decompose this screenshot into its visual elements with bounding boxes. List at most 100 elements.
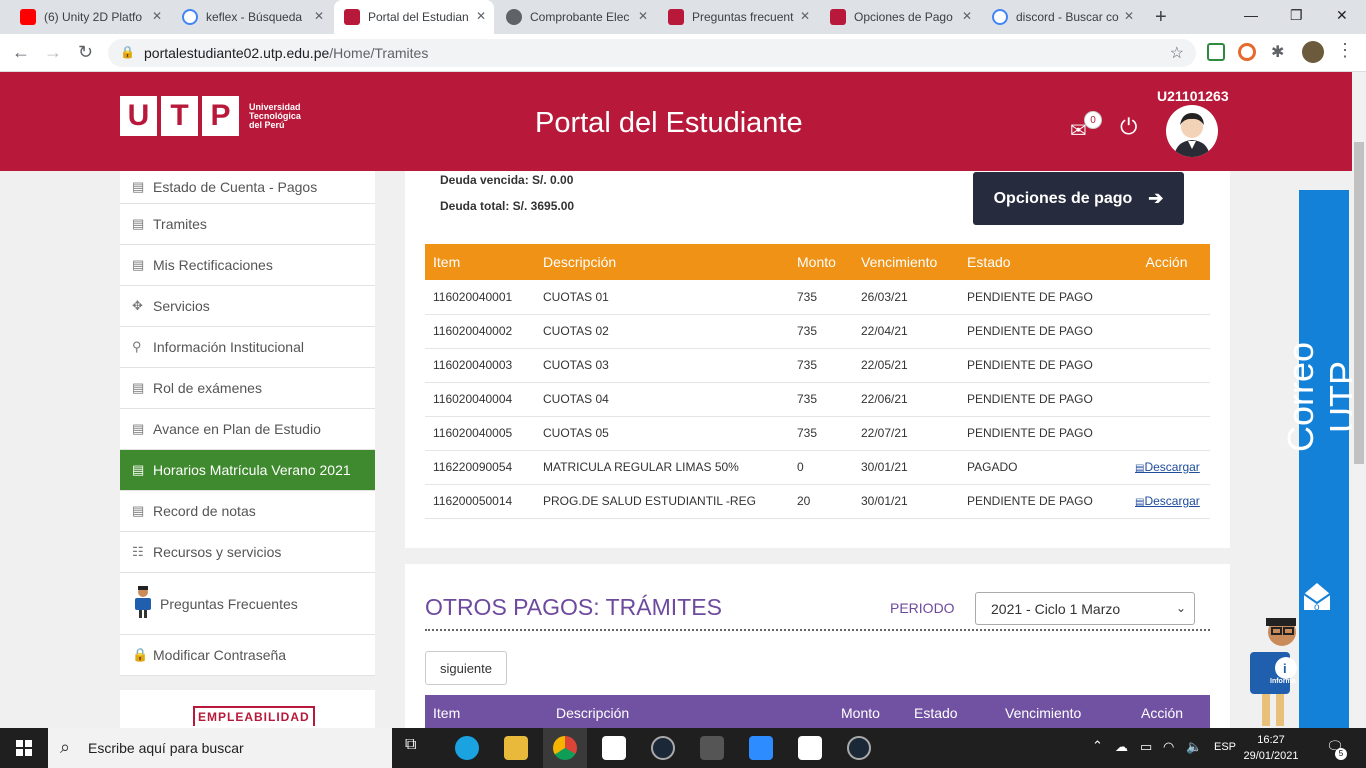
- correo-utp-tab[interactable]: Correo UTP o: [1280, 190, 1363, 728]
- list-icon: ▤: [132, 503, 145, 518]
- column-header: Monto: [789, 244, 853, 280]
- sidebar-item-avance-plan[interactable]: ▤ Avance en Plan de Estudio: [120, 409, 375, 450]
- chevron-down-icon: ⌄: [1175, 601, 1186, 615]
- payment-options-button[interactable]: Opciones de pago ➔: [973, 172, 1184, 225]
- clock-date: 29/01/2021: [1243, 750, 1299, 762]
- sidebar-item-servicios[interactable]: ✥ Servicios: [120, 286, 375, 327]
- wifi-icon[interactable]: ◠: [1163, 739, 1174, 755]
- tramites-card: OTROS PAGOS: TRÁMITES PERIODO 2021 - Cic…: [405, 564, 1230, 731]
- close-tab-icon[interactable]: ✕: [962, 9, 972, 23]
- back-icon[interactable]: ←: [12, 42, 30, 63]
- close-tab-icon[interactable]: ✕: [314, 9, 324, 23]
- restore-icon[interactable]: ❐: [1290, 7, 1303, 24]
- cell-estado: PENDIENTE DE PAGO: [959, 416, 1115, 451]
- map-pin-icon: ⚲: [132, 339, 142, 354]
- sidebar-item-estado-cuenta[interactable]: ▤ Estado de Cuenta - Pagos: [120, 171, 375, 204]
- close-tab-icon[interactable]: ✕: [638, 9, 648, 23]
- sidebar-item-rol-examenes[interactable]: ▤ Rol de exámenes: [120, 368, 375, 409]
- browser-tab[interactable]: Opciones de Pago ✕: [820, 0, 980, 34]
- browser-tab[interactable]: Comprobante Elec ✕: [496, 0, 656, 34]
- file-explorer-icon[interactable]: [504, 736, 528, 760]
- column-header: Estado: [959, 244, 1115, 280]
- sidebar-item-label: Record de notas: [153, 503, 256, 519]
- new-tab-icon[interactable]: +: [1155, 6, 1167, 29]
- download-label: Descargar: [1144, 460, 1200, 474]
- youtube-icon: [20, 9, 36, 25]
- download-link[interactable]: ▤Descargar: [1135, 460, 1200, 474]
- taskbar-search[interactable]: ⌕ Escribe aquí para buscar: [48, 728, 392, 768]
- sidebar-item-rectificaciones[interactable]: ▤ Mis Rectificaciones: [120, 245, 375, 286]
- forward-icon[interactable]: →: [44, 42, 62, 63]
- browser-tab[interactable]: Portal del Estudian ✕: [334, 0, 494, 34]
- close-window-icon[interactable]: ✕: [1336, 7, 1348, 24]
- sidebar-item-preguntas[interactable]: Preguntas Frecuentes: [120, 573, 375, 635]
- empleabilidad-label: EMPLEABILIDAD: [193, 706, 315, 726]
- user-avatar[interactable]: [1166, 105, 1218, 157]
- sidebar-item-label: Mis Rectificaciones: [153, 257, 273, 273]
- language-indicator[interactable]: ESP: [1214, 741, 1236, 753]
- profile-avatar[interactable]: [1302, 41, 1324, 63]
- task-view-icon[interactable]: ⧉: [405, 736, 429, 760]
- page-scrollbar[interactable]: [1352, 72, 1366, 728]
- close-tab-icon[interactable]: ✕: [152, 9, 162, 23]
- extension-circle-icon[interactable]: [1238, 43, 1256, 61]
- sidebar-item-horarios-verano[interactable]: ▤ Horarios Matrícula Verano 2021: [120, 450, 375, 491]
- close-tab-icon[interactable]: ✕: [476, 9, 486, 23]
- empleabilidad-banner[interactable]: EMPLEABILIDAD: [120, 690, 375, 728]
- column-header: Vencimiento: [853, 244, 959, 280]
- next-button[interactable]: siguiente: [425, 651, 507, 685]
- col-accion: Acción: [1141, 705, 1184, 721]
- browser-tab[interactable]: discord - Buscar co ✕: [982, 0, 1142, 34]
- menu-dots-icon[interactable]: ⋮: [1336, 40, 1354, 61]
- clock[interactable]: 16:27 29/01/2021: [1243, 732, 1299, 764]
- reload-icon[interactable]: ↻: [78, 42, 93, 63]
- steam-icon[interactable]: [651, 736, 675, 760]
- scrollbar-thumb[interactable]: [1354, 142, 1364, 464]
- zoom-icon[interactable]: [749, 736, 773, 760]
- bookmark-star-icon[interactable]: ☆: [1170, 43, 1184, 63]
- address-bar[interactable]: 🔒 portalestudiante02.utp.edu.pe/Home/Tra…: [108, 39, 1196, 67]
- chevron-up-icon[interactable]: ⌃: [1092, 738, 1103, 754]
- cell-venc: 30/01/21: [853, 484, 959, 519]
- utp-logo[interactable]: U T P Universidad Tecnológica del Perú: [120, 96, 309, 136]
- utp-icon: [344, 9, 360, 25]
- sidebar-item-label: Modificar Contraseña: [153, 647, 287, 663]
- puzzle-icon[interactable]: ✱: [1271, 42, 1284, 62]
- column-header: Acción: [1115, 244, 1210, 280]
- divider: [425, 629, 1210, 631]
- unity-icon[interactable]: [602, 736, 626, 760]
- battery-icon[interactable]: ▭: [1140, 739, 1152, 755]
- power-icon[interactable]: ⏻: [1120, 114, 1137, 140]
- volume-icon[interactable]: 🔈: [1186, 739, 1202, 755]
- windows-start-icon[interactable]: [16, 740, 32, 756]
- cell-item: 116020040004: [425, 382, 535, 417]
- logo-letter-u: U: [120, 96, 157, 136]
- close-tab-icon[interactable]: ✕: [1124, 9, 1134, 23]
- cell-venc: 22/04/21: [853, 314, 959, 349]
- sidebar-item-tramites[interactable]: ▤ Tramites: [120, 204, 375, 245]
- action-cell: [1115, 382, 1210, 417]
- sidebar-item-recursos[interactable]: ☷ Recursos y servicios: [120, 532, 375, 573]
- browser-tab[interactable]: (6) Unity 2D Platfo ✕: [10, 0, 170, 34]
- tab-title: Comprobante Elec: [530, 10, 630, 24]
- network-icon[interactable]: ☁: [1115, 739, 1128, 755]
- close-tab-icon[interactable]: ✕: [800, 9, 810, 23]
- browser-tab[interactable]: Preguntas frecuent ✕: [658, 0, 818, 34]
- sidebar-item-record-notas[interactable]: ▤ Record de notas: [120, 491, 375, 532]
- game-icon[interactable]: [700, 736, 724, 760]
- edge-icon[interactable]: [455, 736, 479, 760]
- windows-taskbar: ⌕ Escribe aquí para buscar ⧉ ⌃ ☁ ▭ ◠ 🔈 E…: [0, 728, 1366, 768]
- sidebar-item-contrasena[interactable]: 🔒 Modificar Contraseña: [120, 635, 375, 676]
- chrome-icon[interactable]: [553, 736, 577, 760]
- mascot-info[interactable]: i Informa: [1248, 610, 1304, 728]
- extension-shield-icon[interactable]: [1207, 43, 1225, 61]
- minimize-icon[interactable]: —: [1244, 7, 1258, 23]
- periodo-select[interactable]: 2021 - Ciclo 1 Marzo ⌄: [975, 592, 1195, 625]
- cell-venc: 30/01/21: [853, 450, 959, 485]
- browser-tab[interactable]: keflex - Búsqueda ✕: [172, 0, 332, 34]
- steam-icon[interactable]: [847, 736, 871, 760]
- app-icon[interactable]: [798, 736, 822, 760]
- sidebar-item-informacion[interactable]: ⚲ Información Institucional: [120, 327, 375, 368]
- table-row: 116200050014 PROG.DE SALUD ESTUDIANTIL -R…: [425, 484, 1210, 519]
- download-link[interactable]: ▤Descargar: [1135, 494, 1200, 508]
